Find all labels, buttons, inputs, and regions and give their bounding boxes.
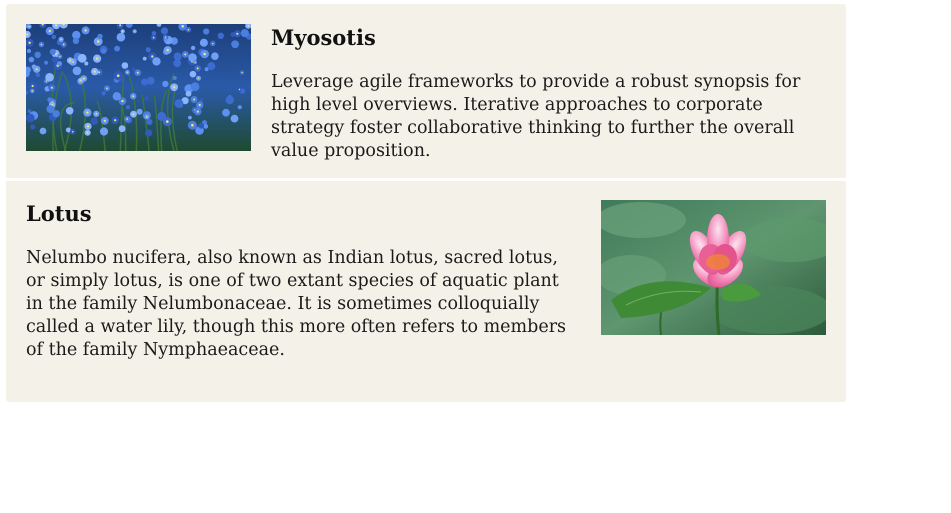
- card-text: Leverage agile frameworks to provide a r…: [271, 72, 801, 161]
- myosotis-photo-icon: [26, 24, 251, 151]
- card-title: Lotus: [26, 201, 92, 226]
- lotus-image: [601, 200, 826, 335]
- content-container: Myosotis Leverage agile frameworks to pr…: [6, 4, 846, 402]
- card-title: Myosotis: [271, 25, 376, 50]
- card-myosotis: Myosotis Leverage agile frameworks to pr…: [6, 4, 846, 178]
- card-lotus: Lotus Nelumbo nucifera, also known as In…: [6, 181, 846, 402]
- myosotis-image: [26, 24, 251, 151]
- lotus-photo-icon: [601, 200, 826, 335]
- card-text: Nelumbo nucifera, also known as Indian l…: [26, 248, 567, 360]
